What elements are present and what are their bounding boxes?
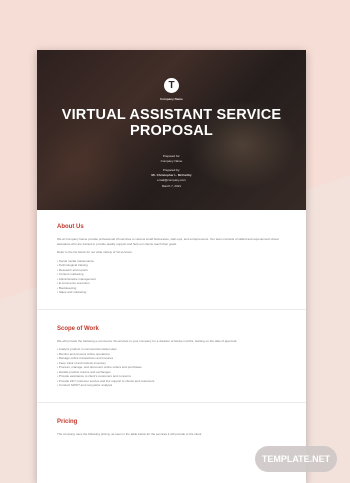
title-line-1: VIRTUAL ASSISTANT SERVICE <box>61 107 282 123</box>
cover-header: T Company Name VIRTUAL ASSISTANT SERVICE… <box>37 50 306 210</box>
section-paragraph: The company uses the following pricing, … <box>57 431 203 436</box>
document-title: VIRTUAL ASSISTANT SERVICE PROPOSAL <box>37 107 306 139</box>
section-heading: About Us <box>57 224 84 230</box>
prepared-for-name: Company Name <box>160 159 183 163</box>
prepared-by-email: email@company.com <box>157 178 186 182</box>
section-divider <box>37 308 306 310</box>
section-heading: Pricing <box>57 418 78 425</box>
section-paragraph: Refer to the list below for our wide var… <box>57 250 133 254</box>
document-body: About Us We at Company Name provide prof… <box>37 210 306 436</box>
prepared-for-label: Prepared for: <box>162 154 181 158</box>
about-us-section: About Us We at Company Name provide prof… <box>57 224 286 295</box>
title-line-2: PROPOSAL <box>130 123 213 139</box>
section-divider <box>37 401 306 403</box>
section-heading: Scope of Work <box>57 325 99 332</box>
section-paragraph: We at Company Name provide professional … <box>57 237 279 246</box>
company-logo-icon: T <box>164 78 179 93</box>
document-date: March 7, 2021 <box>161 184 182 188</box>
watermark-badge: TEMPLATE.NET <box>255 446 337 472</box>
pricing-section: Pricing The company uses the following p… <box>57 419 286 437</box>
list-item: Conduct SWOT and competitor analysis <box>57 383 286 388</box>
scope-list: Analyze product in commercial market sit… <box>57 347 286 388</box>
prepared-by-name: Mr. Christopher L. McCarthy <box>151 173 192 177</box>
proposal-document: T Company Name VIRTUAL ASSISTANT SERVICE… <box>37 50 306 483</box>
prepared-by-label: Prepared by: <box>162 168 181 172</box>
scope-of-work-section: Scope of Work We will provide the follow… <box>57 326 286 388</box>
company-name: Company Name <box>160 97 183 101</box>
section-paragraph: We will provide the following e-commerce… <box>57 338 238 343</box>
list-item: Sales and marketing <box>57 290 286 295</box>
services-list: Social media maintenance Technological t… <box>57 259 286 295</box>
